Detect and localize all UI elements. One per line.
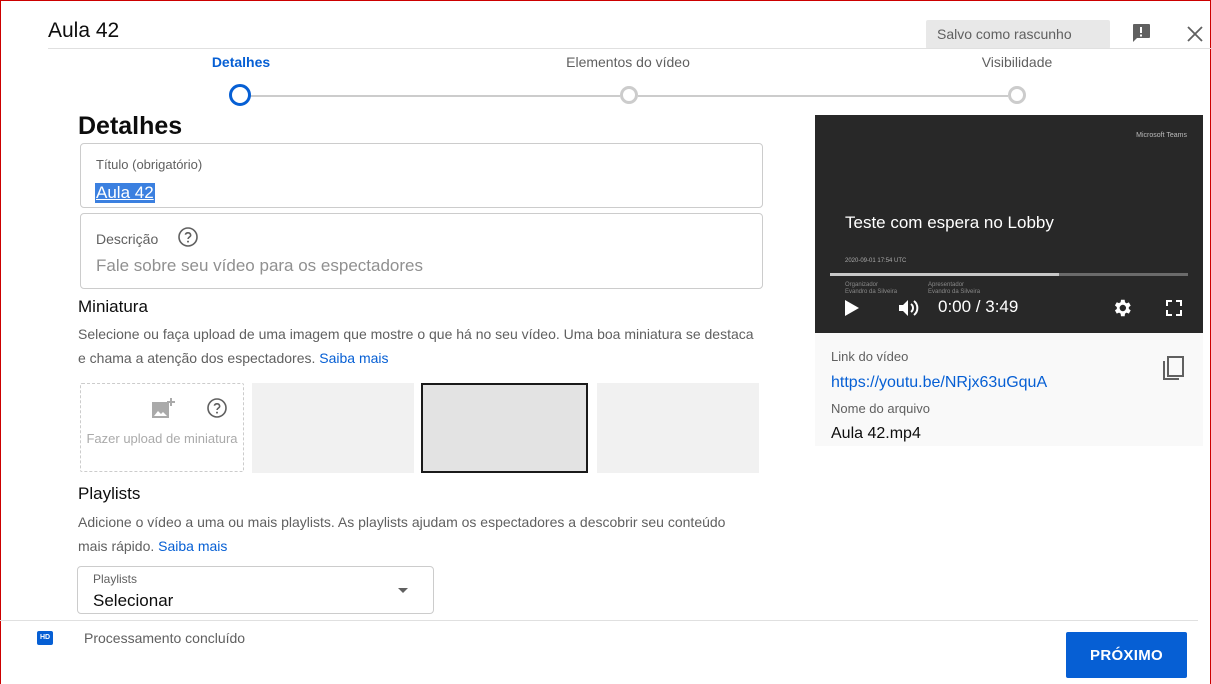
organizer-name: Evandro da Silveira — [845, 289, 898, 295]
next-button[interactable]: PRÓXIMO — [1066, 632, 1187, 678]
playlists-description: Adicione o vídeo a uma ou mais playlists… — [78, 510, 758, 558]
presenter-name: Evandro da Silveira — [928, 289, 981, 295]
playlists-select-label: Playlists — [93, 572, 138, 586]
play-icon[interactable] — [843, 298, 861, 323]
thumbnail-option[interactable] — [252, 383, 414, 473]
video-player[interactable]: Microsoft Teams Teste com espera no Lobb… — [815, 115, 1203, 333]
video-link-label: Link do vídeo — [831, 349, 909, 364]
copy-icon[interactable] — [1160, 355, 1186, 383]
presenter-label: Apresentador — [928, 282, 965, 288]
title-field-label: Título (obrigatório) — [96, 157, 203, 172]
video-brand-text: Microsoft Teams — [1136, 132, 1187, 139]
title-field[interactable]: Título (obrigatório) Aula 42 — [80, 143, 763, 208]
video-time-readout: 0:00 / 3:49 — [938, 297, 1019, 316]
thumbnail-option[interactable] — [597, 383, 759, 473]
step-details-dot[interactable] — [229, 84, 251, 106]
video-preview-card: Microsoft Teams Teste com espera no Lobb… — [815, 115, 1203, 446]
processing-status: Processamento concluído — [84, 630, 246, 646]
description-field[interactable]: Descrição Fale sobre seu vídeo para os e… — [80, 213, 763, 289]
close-icon[interactable] — [1183, 22, 1207, 46]
fullscreen-icon[interactable] — [1165, 299, 1183, 322]
video-progress-fill — [830, 273, 1060, 276]
playlists-select[interactable]: Playlists Selecionar — [77, 566, 434, 614]
dialog-header: Aula 42 Salvo como rascunho — [0, 0, 1211, 49]
upload-thumbnail-label: Fazer upload de miniatura — [86, 431, 238, 446]
playlists-learn-more-link[interactable]: Saiba mais — [158, 538, 227, 554]
playlists-select-value: Selecionar — [93, 591, 174, 610]
step-details-label[interactable]: Detalhes — [141, 54, 341, 70]
thumbnail-description: Selecione ou faça upload de uma imagem q… — [78, 322, 758, 370]
video-progress-bar[interactable] — [830, 273, 1188, 276]
step-connector — [638, 95, 1008, 97]
dropdown-caret-icon — [398, 588, 408, 593]
footer-divider — [0, 620, 1198, 621]
thumbnail-heading: Miniatura — [78, 297, 148, 316]
settings-gear-icon[interactable] — [1111, 297, 1133, 324]
step-video-elements-label[interactable]: Elementos do vídeo — [528, 54, 728, 70]
description-field-label: Descrição — [96, 231, 159, 247]
header-divider — [48, 48, 1211, 49]
organizer-label: Organizador — [845, 282, 879, 288]
progress-stepper: Detalhes Elementos do vídeo Visibilidade — [0, 50, 1211, 110]
playlists-heading: Playlists — [78, 484, 141, 503]
feedback-icon[interactable] — [1129, 21, 1153, 45]
thumbnail-description-text: Selecione ou faça upload de uma imagem q… — [78, 326, 754, 366]
video-overlay-date: 2020-09-01 17:54 UTC — [845, 258, 907, 264]
thumbnail-learn-more-link[interactable]: Saiba mais — [319, 350, 388, 366]
title-input[interactable]: Aula 42 — [95, 183, 155, 203]
step-visibility-label[interactable]: Visibilidade — [917, 54, 1117, 70]
dialog-title: Aula 42 — [48, 19, 120, 42]
section-heading: Detalhes — [78, 112, 183, 140]
hd-badge: HD — [37, 631, 53, 645]
volume-icon[interactable] — [896, 296, 922, 325]
thumbnail-option-selected[interactable] — [421, 383, 588, 473]
draft-status-badge: Salvo como rascunho — [926, 20, 1110, 49]
help-icon[interactable] — [177, 226, 199, 248]
upload-thumbnail-button[interactable]: Fazer upload de miniatura — [80, 383, 244, 472]
step-video-elements-dot[interactable] — [620, 86, 638, 104]
video-link[interactable]: https://youtu.be/NRjx63uGquA — [831, 374, 1047, 392]
filename-label: Nome do arquivo — [831, 401, 930, 416]
add-photo-icon — [150, 396, 176, 422]
video-overlay-title: Teste com espera no Lobby — [845, 213, 1054, 232]
step-connector — [250, 95, 620, 97]
step-visibility-dot[interactable] — [1008, 86, 1026, 104]
help-icon[interactable] — [206, 397, 228, 419]
description-input[interactable]: Fale sobre seu vídeo para os espectadore… — [96, 256, 423, 276]
filename-value: Aula 42.mp4 — [831, 425, 921, 442]
